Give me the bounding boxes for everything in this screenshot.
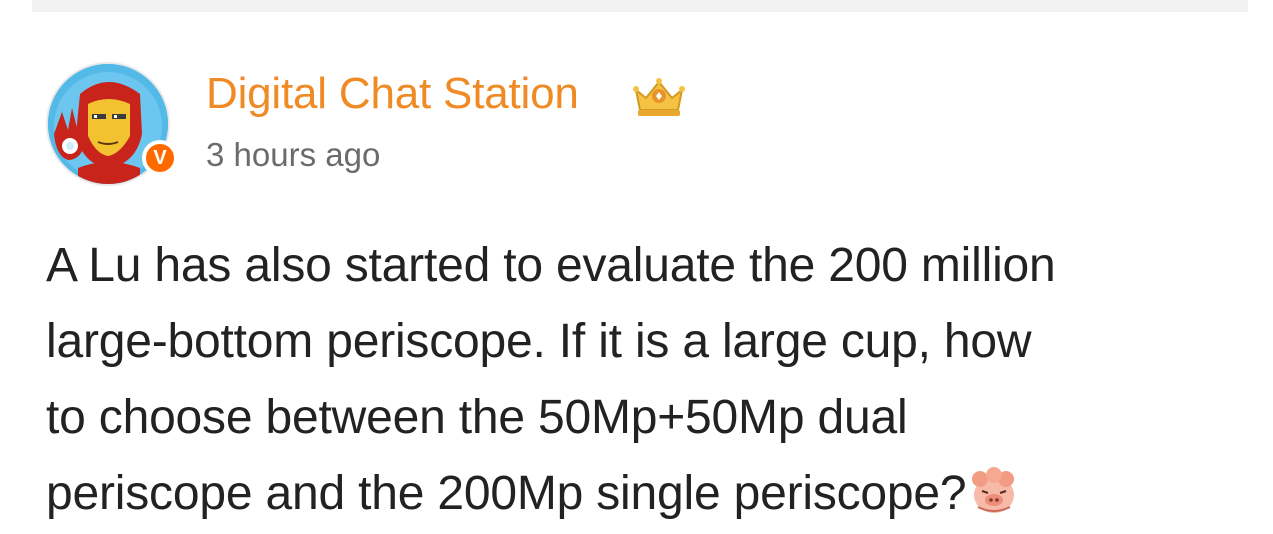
post-timestamp: 3 hours ago: [206, 136, 381, 173]
post-line-4: periscope and the 200Mp single periscope…: [46, 456, 1246, 532]
verified-badge-letter: V: [153, 147, 167, 169]
post-line-2: large-bottom periscope. If it is a large…: [46, 315, 1032, 368]
verified-badge-icon: V: [142, 140, 178, 176]
post-line-3: to choose between the 50Mp+50Mp dual: [46, 391, 908, 444]
pig-emoji-icon: [972, 467, 1015, 513]
author-avatar[interactable]: V: [46, 62, 178, 186]
post-line-4-text: periscope and the 200Mp single periscope…: [46, 467, 967, 520]
crown-rank-icon: [633, 78, 685, 116]
author-name[interactable]: Digital Chat Station: [206, 69, 579, 118]
post-body: A Lu has also started to evaluate the 20…: [46, 228, 1246, 532]
post-card: V Digital Chat Station 3 hours ago A Lu …: [0, 0, 1273, 534]
post-line-1: A Lu has also started to evaluate the 20…: [46, 239, 1056, 292]
